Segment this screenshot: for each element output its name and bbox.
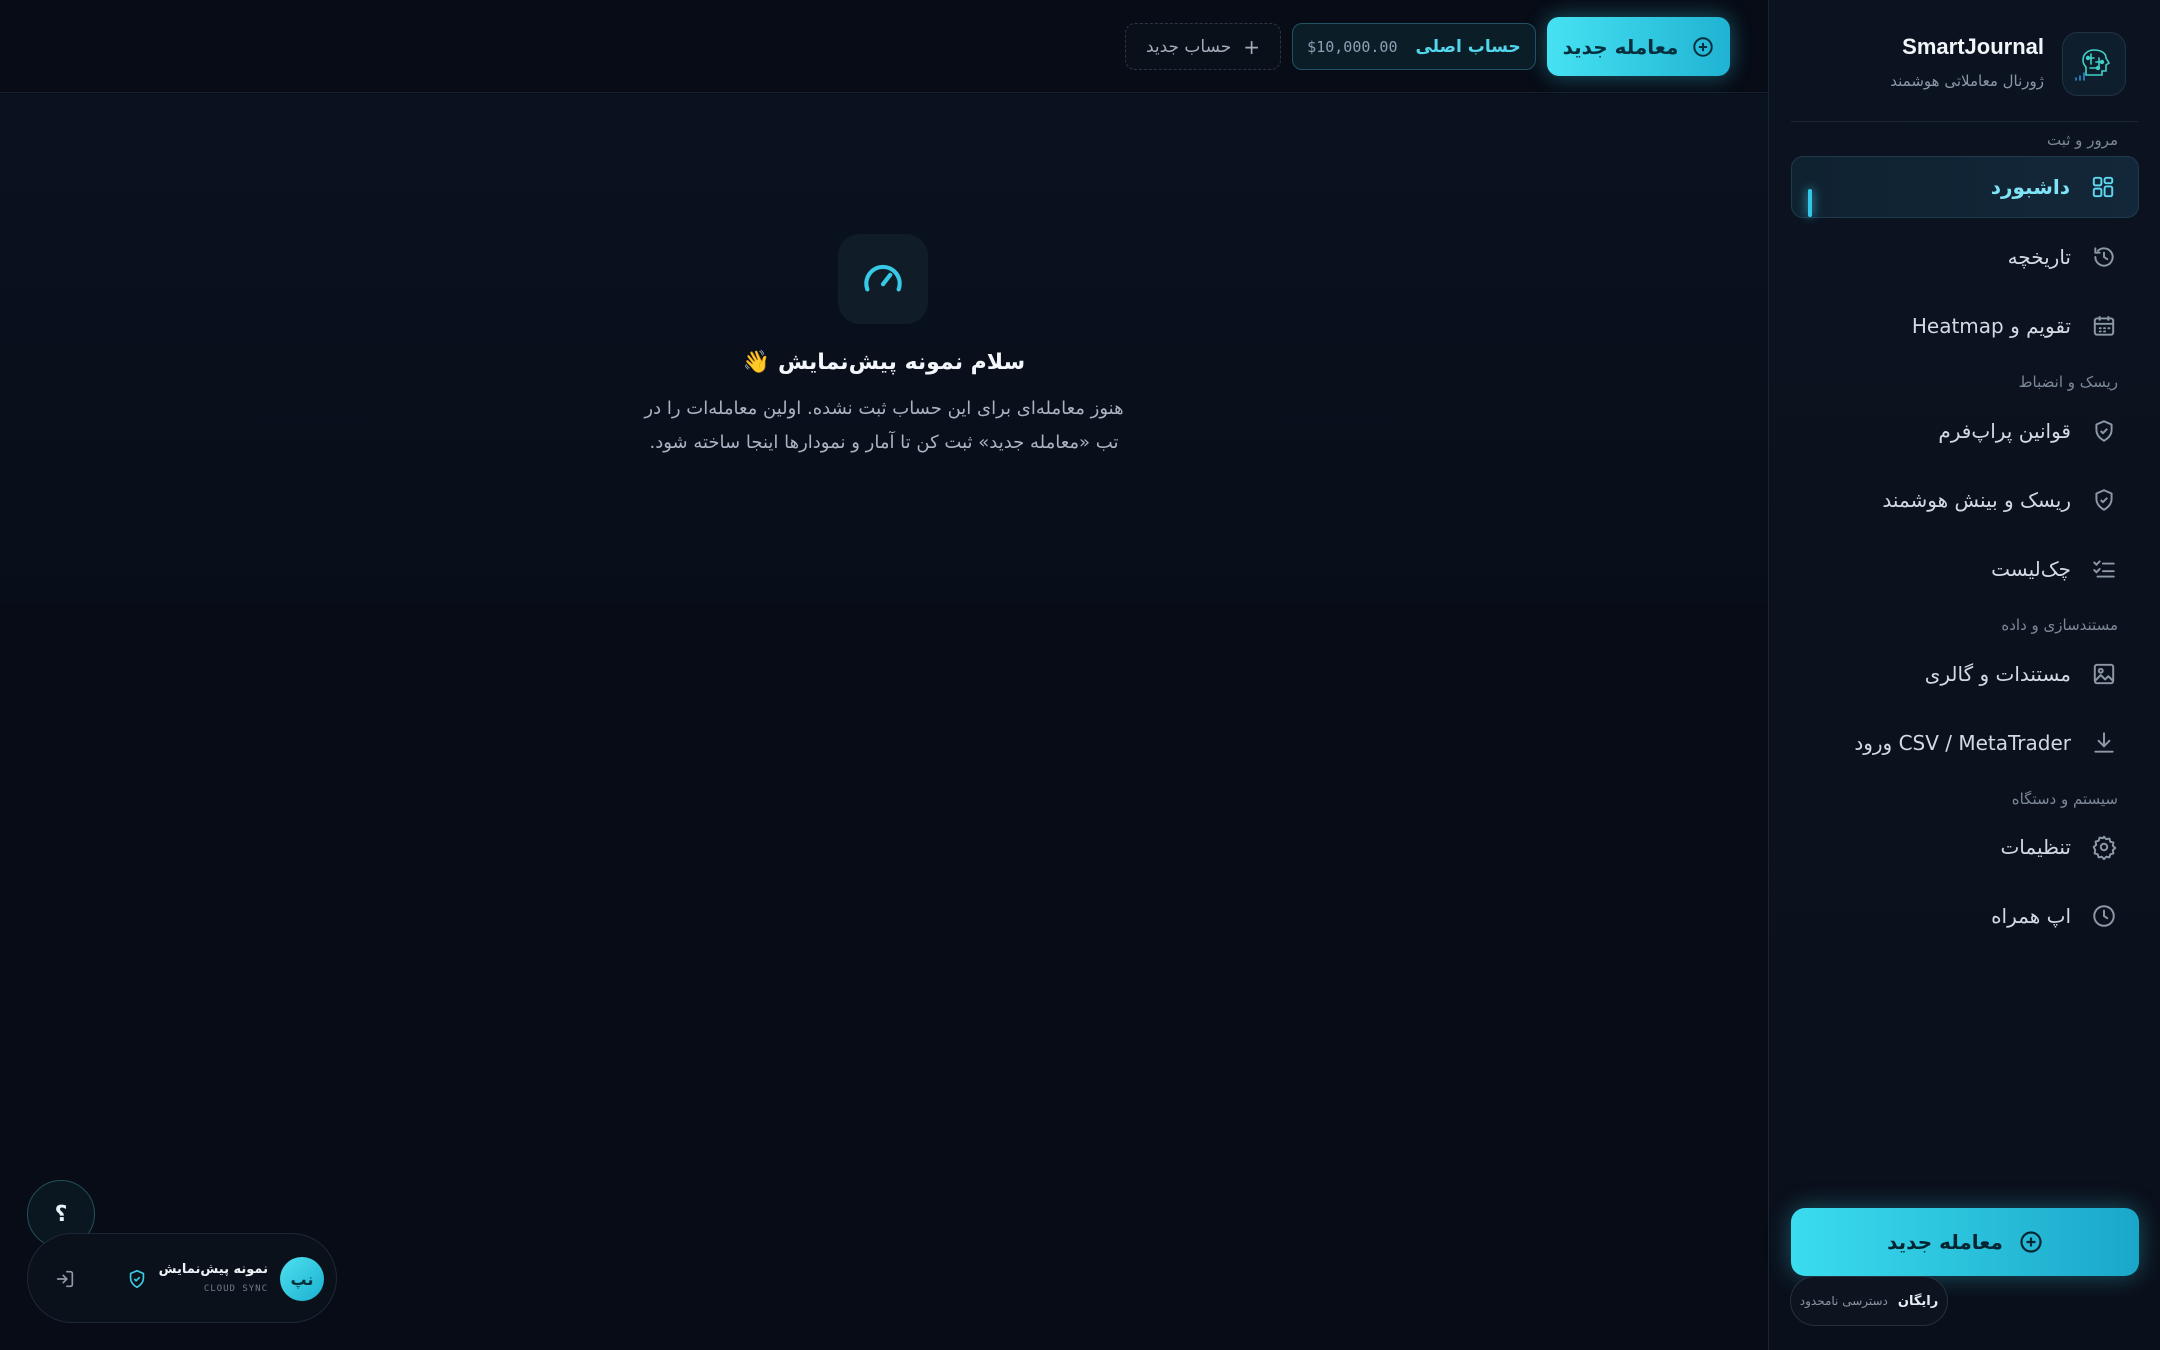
brand-name: SmartJournal <box>1902 34 2044 59</box>
gear-icon <box>2092 835 2117 860</box>
section-title-overview: مرور و ثبت <box>2046 131 2118 149</box>
top-new-trade-button[interactable]: معامله جدید <box>1547 17 1730 76</box>
sidebar-item-gallery[interactable]: مستندات و گالری <box>1791 643 2139 705</box>
plan-description: دسترسی نامحدود <box>1799 1294 1888 1308</box>
main-header-region <box>0 94 1768 604</box>
history-icon <box>2094 247 2114 267</box>
sidebar-item-label: اپ همراه <box>1991 904 2071 928</box>
avatar[interactable]: نپ <box>280 1257 324 1301</box>
app-root: معامله جدید حساب اصلی $10,000.00 + حساب … <box>0 0 2160 1350</box>
sidebar-item-import[interactable]: CSV / MetaTrader ورود <box>1791 712 2139 774</box>
sidebar-item-label: چک‌لیست <box>1991 557 2071 581</box>
image-icon <box>2093 663 2115 685</box>
gauge-icon <box>838 234 928 324</box>
download-icon <box>2094 732 2114 753</box>
user-card: نپ نمونه پیش‌نمایش CLOUD SYNC <box>27 1233 337 1323</box>
sidebar-item-mobile-app[interactable]: اپ همراه <box>1791 885 2139 947</box>
sidebar-item-history[interactable]: تاریخچه <box>1791 226 2139 288</box>
logout-icon[interactable] <box>54 1268 76 1290</box>
user-name: نمونه پیش‌نمایش <box>158 1262 268 1277</box>
clock-icon <box>2093 905 2115 927</box>
sidebar-new-trade-button[interactable]: معامله جدید <box>1791 1208 2139 1276</box>
sidebar-item-label: تنظیمات <box>2000 835 2071 859</box>
brand-subtitle: ژورنال معاملاتی هوشمند <box>1890 72 2044 90</box>
empty-state-line-2: تب «معامله جدید» ثبت کن تا آمار و نمودار… <box>649 432 1119 453</box>
plus-icon: + <box>1243 34 1261 59</box>
sidebar-item-label: تاریخچه <box>2007 245 2071 269</box>
sidebar-item-settings[interactable]: تنظیمات <box>1791 816 2139 878</box>
brain-circuit-logo-icon <box>2062 32 2126 96</box>
account-name: حساب اصلی <box>1415 36 1521 57</box>
sidebar-item-risk-insight[interactable]: ریسک و بینش هوشمند <box>1791 469 2139 531</box>
section-title-system: سیستم و دستگاه <box>2011 790 2118 808</box>
brand-divider <box>1791 121 2138 122</box>
account-balance: $10,000.00 <box>1307 37 1398 56</box>
shield-check-icon[interactable] <box>126 1268 148 1290</box>
calendar-icon <box>2093 316 2115 336</box>
checklist-icon <box>2093 560 2115 578</box>
sidebar-new-trade-label: معامله جدید <box>1887 1230 2003 1254</box>
empty-state-message: هنوز معامله‌ای برای این حساب ثبت نشده. ا… <box>584 392 1184 460</box>
top-bar: معامله جدید حساب اصلی $10,000.00 + حساب … <box>0 0 1768 93</box>
sidebar-item-label: مستندات و گالری <box>1924 662 2071 686</box>
empty-state-line-1: هنوز معامله‌ای برای این حساب ثبت نشده. ا… <box>644 398 1124 419</box>
shield-check-icon <box>2095 420 2113 442</box>
sidebar: SmartJournal ژورنال معاملاتی هوشمند مرور… <box>1768 0 2160 1350</box>
sidebar-item-label: داشبورد <box>1990 175 2070 199</box>
brand: SmartJournal ژورنال معاملاتی هوشمند <box>1786 32 2126 98</box>
cloud-sync-label: CLOUD SYNC <box>203 1284 268 1294</box>
new-account-label: حساب جدید <box>1145 36 1232 57</box>
sidebar-item-calendar[interactable]: تقویم و Heatmap <box>1791 295 2139 357</box>
account-selector[interactable]: حساب اصلی $10,000.00 <box>1292 23 1536 70</box>
sidebar-item-prop-rules[interactable]: قوانین پراپ‌فرم <box>1791 400 2139 462</box>
section-title-risk: ریسک و انضباط <box>2018 373 2118 391</box>
sidebar-item-checklist[interactable]: چک‌لیست <box>1791 538 2139 600</box>
sidebar-item-label: قوانین پراپ‌فرم <box>1938 419 2071 443</box>
empty-state-title: سلام نمونه پیش‌نمایش 👋 <box>742 350 1026 375</box>
plus-circle-icon <box>2020 1231 2042 1253</box>
sidebar-item-label: تقویم و Heatmap <box>1911 314 2071 338</box>
active-indicator <box>1808 189 1812 217</box>
plan-badge[interactable]: رایگان دسترسی نامحدود <box>1790 1276 1948 1326</box>
grid-icon <box>2092 176 2114 198</box>
new-account-button[interactable]: + حساب جدید <box>1125 23 1281 70</box>
sidebar-item-label: CSV / MetaTrader ورود <box>1854 731 2071 755</box>
section-title-docs: مستندسازی و داده <box>2001 616 2118 634</box>
shield-check-icon <box>2095 489 2113 511</box>
plus-circle-icon <box>1693 36 1714 57</box>
plan-name: رایگان <box>1897 1293 1939 1309</box>
top-new-trade-label: معامله جدید <box>1562 34 1679 59</box>
sidebar-item-label: ریسک و بینش هوشمند <box>1882 488 2071 512</box>
dashboard-main: سلام نمونه پیش‌نمایش 👋 هنوز معامله‌ای بر… <box>0 94 1768 1350</box>
sidebar-item-dashboard[interactable]: داشبورد <box>1791 156 2139 218</box>
